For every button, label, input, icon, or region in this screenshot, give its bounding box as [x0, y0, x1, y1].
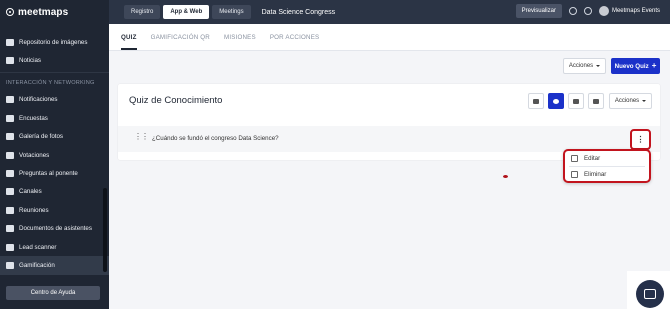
channels-icon	[6, 188, 14, 196]
topbar-right: Previsualizar Meetmaps Events	[515, 4, 660, 18]
survey-icon	[6, 114, 14, 122]
sidebar-item-lead-scanner[interactable]: Lead scanner	[0, 238, 109, 256]
meetings-icon	[6, 206, 14, 214]
tab-registro[interactable]: Registro	[124, 5, 161, 19]
image-repo-icon	[6, 38, 14, 46]
logo[interactable]: meetmaps	[0, 0, 109, 24]
sidebar-scrollbar[interactable]	[103, 188, 107, 272]
sidebar-item-label: Votaciones	[19, 151, 50, 159]
bell-icon	[6, 96, 14, 104]
sidebar-item-gamificacion[interactable]: Gamificación	[0, 256, 109, 275]
more-vertical-icon: ⋮	[636, 135, 645, 144]
menu-item-edit[interactable]: Editar	[565, 151, 649, 166]
user-name: Meetmaps Events	[611, 8, 660, 14]
preview-button[interactable]: Previsualizar	[515, 4, 562, 18]
gallery-icon	[6, 133, 14, 141]
new-quiz-button[interactable]: Nuevo Quiz +	[611, 58, 660, 74]
sidebar-item-documentos[interactable]: Documentos de asistentes	[0, 220, 109, 238]
new-quiz-label: Nuevo Quiz	[614, 62, 649, 70]
sidebar-item-label: Notificaciones	[19, 96, 58, 104]
vote-icon	[6, 151, 14, 159]
sidebar: meetmaps Repositorio de imágenes Noticia…	[0, 0, 109, 309]
sidebar-item-label: Reuniones	[19, 206, 49, 214]
sidebar-item-canales[interactable]: Canales	[0, 183, 109, 201]
card-actions-dropdown[interactable]: Acciones	[609, 93, 652, 109]
sidebar-item-preguntas[interactable]: Preguntas al ponente	[0, 164, 109, 182]
sidebar-item-noticias[interactable]: Noticias	[0, 51, 109, 69]
trash-icon	[571, 171, 578, 178]
help-center-button[interactable]: Centro de Ayuda	[6, 286, 100, 300]
camera-icon	[533, 98, 539, 104]
sidebar-item-label: Canales	[19, 188, 42, 196]
question-text: ¿Cuándo se fundó el congreso Data Scienc…	[152, 135, 279, 142]
bell-icon[interactable]	[568, 7, 577, 15]
tab-app-web[interactable]: App & Web	[163, 5, 210, 19]
actions-dropdown[interactable]: Acciones	[563, 58, 606, 74]
help-icon[interactable]	[583, 7, 592, 15]
sidebar-item-notificaciones[interactable]: Notificaciones	[0, 91, 109, 109]
sidebar-item-label: Documentos de asistentes	[19, 225, 92, 233]
view-tool-button[interactable]	[548, 93, 564, 109]
event-name: Data Science Congress	[261, 8, 336, 16]
avatar	[598, 6, 609, 16]
options-menu: Editar Eliminar	[563, 149, 651, 183]
user-menu[interactable]: Meetmaps Events	[598, 6, 660, 16]
chat-button[interactable]	[636, 280, 664, 308]
edit-icon	[571, 155, 578, 162]
lock-tool-button[interactable]	[568, 93, 584, 109]
drag-handle-icon[interactable]: ⋮⋮	[134, 133, 149, 141]
chevron-down-icon	[596, 65, 601, 67]
list-icon	[593, 98, 599, 104]
menu-item-label: Eliminar	[584, 171, 607, 178]
sidebar-item-repositorio[interactable]: Repositorio de imágenes	[0, 33, 109, 51]
sidebar-item-label: Encuestas	[19, 114, 48, 122]
tab-meetings[interactable]: Meetings	[212, 5, 251, 19]
cursor-marker	[503, 175, 508, 178]
lock-icon	[573, 98, 579, 104]
scanner-icon	[6, 243, 14, 251]
sidebar-item-reuniones[interactable]: Reuniones	[0, 201, 109, 219]
tab-gamificacion-qr[interactable]: GAMIFICACIÓN QR	[151, 34, 210, 50]
menu-item-label: Editar	[584, 155, 601, 162]
sidebar-item-label: Galería de fotos	[19, 133, 64, 141]
menu-item-delete[interactable]: Eliminar	[565, 167, 649, 182]
trophy-icon	[6, 261, 14, 269]
sidebar-item-galeria[interactable]: Galería de fotos	[0, 128, 109, 146]
sidebar-item-label: Preguntas al ponente	[19, 170, 78, 178]
sidebar-section-title: INTERACCIÓN Y NETWORKING	[6, 79, 95, 86]
chevron-down-icon	[642, 100, 647, 102]
card-actions-label: Acciones	[614, 98, 640, 104]
list-tool-button[interactable]	[588, 93, 604, 109]
questions-icon	[6, 170, 14, 178]
plus-icon: +	[651, 61, 657, 70]
tab-por-acciones[interactable]: POR ACCIONES	[270, 34, 320, 50]
documents-icon	[6, 225, 14, 233]
more-options-button[interactable]: ⋮	[630, 129, 651, 150]
sidebar-item-label: Lead scanner	[19, 243, 57, 251]
logo-text: meetmaps	[18, 6, 69, 18]
quiz-title: Quiz de Conocimiento	[129, 95, 223, 106]
sidebar-item-label: Repositorio de imágenes	[19, 38, 88, 46]
topbar: Registro App & Web Meetings Data Science…	[109, 0, 670, 24]
sidebar-item-label: Noticias	[19, 57, 42, 65]
divider	[0, 71, 109, 73]
sidebar-item-label: Gamificación	[19, 261, 55, 269]
sidebar-item-encuestas[interactable]: Encuestas	[0, 109, 109, 127]
top-tabs: Registro App & Web Meetings	[124, 5, 251, 19]
tab-misiones[interactable]: MISIONES	[224, 34, 256, 50]
eye-icon	[553, 98, 559, 104]
news-icon	[6, 57, 14, 65]
sidebar-item-votaciones[interactable]: Votaciones	[0, 146, 109, 164]
logo-icon	[6, 8, 14, 16]
subtabs: QUIZ GAMIFICACIÓN QR MISIONES POR ACCION…	[109, 24, 670, 51]
image-tool-button[interactable]	[528, 93, 544, 109]
chat-icon	[644, 289, 656, 299]
actions-label: Acciones	[568, 63, 594, 69]
tab-quiz[interactable]: QUIZ	[121, 34, 137, 50]
